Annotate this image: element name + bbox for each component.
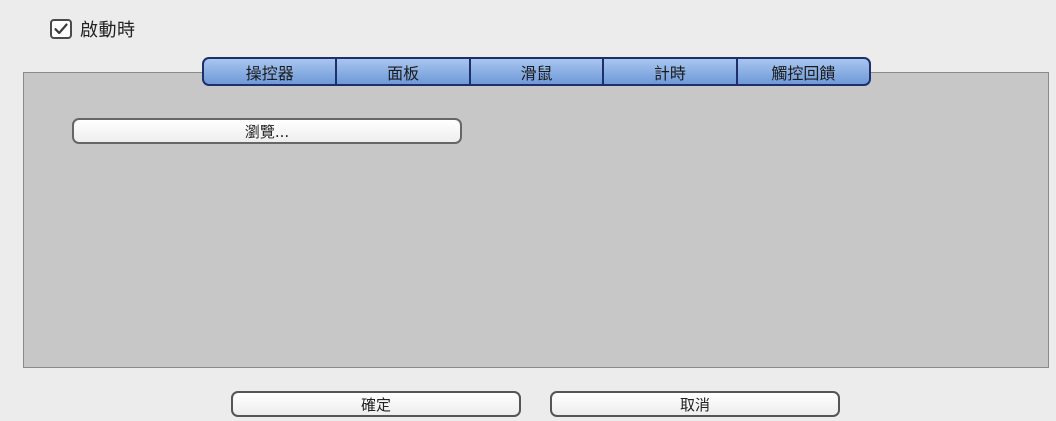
- tab-mouse[interactable]: 滑鼠: [470, 59, 605, 84]
- startup-checkbox[interactable]: [50, 19, 72, 39]
- tab-timer[interactable]: 計時: [604, 59, 738, 84]
- checkmark-icon: [54, 23, 68, 35]
- tab-haptics[interactable]: 觸控回饋: [737, 59, 869, 84]
- browse-button[interactable]: 瀏覽...: [72, 118, 462, 144]
- tab-controller[interactable]: 操控器: [204, 59, 338, 84]
- cancel-button[interactable]: 取消: [550, 391, 840, 417]
- tab-panel[interactable]: 面板: [337, 59, 471, 84]
- startup-checkbox-row[interactable]: 啟動時: [50, 16, 136, 42]
- ok-button[interactable]: 確定: [231, 391, 521, 417]
- tab-strip: 操控器 面板 滑鼠 計時 觸控回饋: [202, 57, 871, 86]
- startup-checkbox-label: 啟動時: [80, 20, 136, 41]
- content-panel: [23, 72, 1049, 368]
